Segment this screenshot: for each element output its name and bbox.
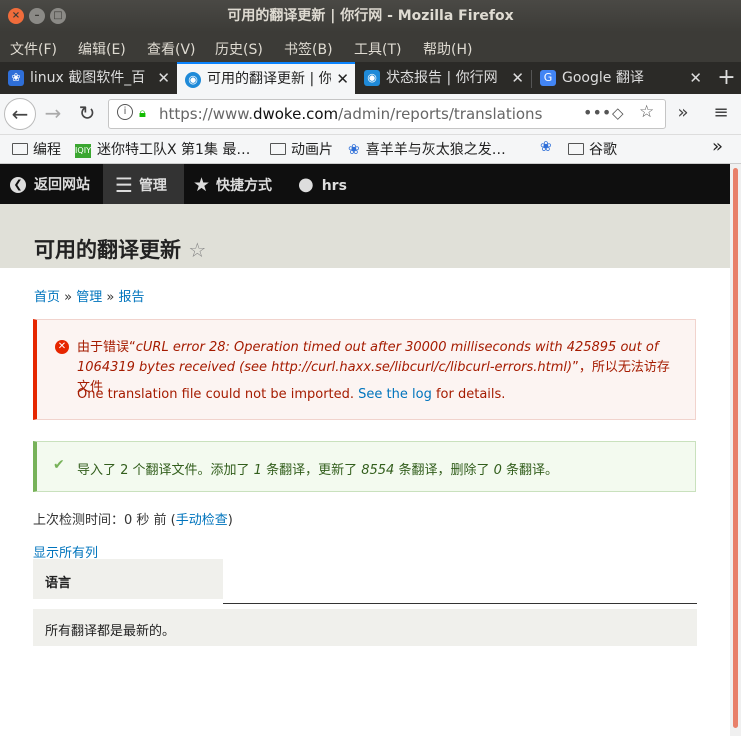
menu-history[interactable]: 历史(S) xyxy=(215,39,263,59)
error-import-text: One translation file could not be import… xyxy=(77,387,506,402)
url-bar[interactable]: i 🔒︎ https://www.dwoke.com/admin/reports… xyxy=(108,99,666,129)
baidu-paw-icon: ❀ xyxy=(8,70,24,86)
star-icon: ★ xyxy=(193,174,211,196)
pocket-icon[interactable]: ◇ xyxy=(612,104,624,122)
back-button[interactable]: ← xyxy=(4,98,36,130)
navigation-bar: ← → ↻ i 🔒︎ https://www.dwoke.com/admin/r… xyxy=(0,94,741,135)
scrollbar-thumb[interactable] xyxy=(733,168,738,728)
menu-file[interactable]: 文件(F) xyxy=(10,39,57,59)
folder-icon xyxy=(568,143,584,155)
tab-close-icon[interactable]: ✕ xyxy=(336,64,349,94)
bookmark-baidu[interactable]: ❀ xyxy=(540,139,558,155)
reload-button[interactable]: ↻ xyxy=(72,98,102,128)
status-message: ✔ 导入了 2 个翻译文件。添加了 1 条翻译，更新了 8554 条翻译，删除了… xyxy=(33,441,696,492)
bookmark-folder-google[interactable]: 谷歌 xyxy=(568,139,617,159)
menu-tools[interactable]: 工具(T) xyxy=(354,39,401,59)
bookmark-mini-agents[interactable]: IQIY 迷你特工队X 第1集 最… xyxy=(75,139,250,159)
menu-bars-icon: ☰ xyxy=(115,173,133,197)
tab-linux-screenshot[interactable]: ❀ linux 截图软件_百 ✕ xyxy=(0,62,176,94)
user-icon: ● xyxy=(298,174,314,195)
site-icon: IQIY xyxy=(75,144,91,158)
table-empty-row: 所有翻译都是最新的。 xyxy=(33,609,697,646)
baidu-paw-icon: ❀ xyxy=(348,142,360,158)
tab-close-icon[interactable]: ✕ xyxy=(157,62,170,94)
url-text[interactable]: https://www.dwoke.com/admin/reports/tran… xyxy=(159,105,542,123)
breadcrumb-home[interactable]: 首页 xyxy=(34,290,60,305)
bookmark-folder-cartoons[interactable]: 动画片 xyxy=(270,139,333,159)
new-tab-button[interactable]: + xyxy=(712,62,741,94)
last-check-info: 上次检测时间：0 秒 前 (手动检查) xyxy=(33,513,233,528)
info-icon[interactable]: i xyxy=(117,104,133,120)
error-message: ✕ 由于错误“cURL error 28: Operation timed ou… xyxy=(33,319,696,420)
page-scrollbar[interactable] xyxy=(730,164,741,736)
hamburger-menu-icon[interactable]: ≡ xyxy=(706,98,736,128)
tab-close-icon[interactable]: ✕ xyxy=(689,62,702,94)
tab-bar: ❀ linux 截图软件_百 ✕ ◉ 可用的翻译更新 | 你 ✕ ◉ 状态报告 … xyxy=(0,62,741,94)
error-icon: ✕ xyxy=(55,340,69,354)
overflow-chevron-icon[interactable]: » xyxy=(668,98,698,128)
breadcrumb: 首页 » 管理 » 报告 xyxy=(34,290,145,305)
status-text: 导入了 2 个翻译文件。添加了 1 条翻译，更新了 8554 条翻译，删除了 0… xyxy=(77,463,558,478)
menu-bar: 文件(F) 编辑(E) 查看(V) 历史(S) 书签(B) 工具(T) 帮助(H… xyxy=(0,32,741,62)
baidu-paw-icon: ❀ xyxy=(540,139,552,155)
drupal-icon: ◉ xyxy=(185,72,201,88)
breadcrumb-reports[interactable]: 报告 xyxy=(118,290,144,305)
bookmark-star-icon[interactable]: ☆ xyxy=(639,102,654,122)
manual-check-link[interactable]: 手动检查 xyxy=(176,513,228,528)
user-tab[interactable]: ● hrs xyxy=(298,164,347,204)
back-to-site-link[interactable]: ❮ 返回网站 xyxy=(10,164,90,204)
menu-help[interactable]: 帮助(H) xyxy=(423,39,472,59)
breadcrumb-admin[interactable]: 管理 xyxy=(76,290,102,305)
folder-icon xyxy=(12,143,28,155)
window-title: 可用的翻译更新 | 你行网 - Mozilla Firefox xyxy=(227,8,514,24)
manage-tab[interactable]: ☰ 管理 xyxy=(103,164,184,204)
tab-google-translate[interactable]: G Google 翻译 ✕ xyxy=(532,62,708,94)
page-title: 可用的翻译更新 ☆ xyxy=(34,238,207,262)
menu-edit[interactable]: 编辑(E) xyxy=(78,39,126,59)
tab-translations[interactable]: ◉ 可用的翻译更新 | 你 ✕ xyxy=(177,62,355,94)
bookmark-folder-programming[interactable]: 编程 xyxy=(12,139,61,159)
shortcuts-tab[interactable]: ★ 快捷方式 xyxy=(193,164,272,204)
tab-status-report[interactable]: ◉ 状态报告 | 你行网 ✕ xyxy=(356,62,530,94)
table-header-divider xyxy=(223,603,697,604)
back-arrow-icon: ❮ xyxy=(10,177,26,193)
page-actions-icon[interactable]: ••• xyxy=(583,103,611,122)
admin-toolbar: ❮ 返回网站 ☰ 管理 ★ 快捷方式 ● hrs xyxy=(0,164,730,204)
lock-icon: 🔒︎ xyxy=(139,106,146,121)
drupal-icon: ◉ xyxy=(364,70,380,86)
table-header-language: 语言 xyxy=(33,559,223,599)
menu-bookmarks[interactable]: 书签(B) xyxy=(284,39,333,59)
page-header: 可用的翻译更新 ☆ xyxy=(0,204,730,268)
folder-icon xyxy=(270,143,286,155)
bookmarks-toolbar: 编程 IQIY 迷你特工队X 第1集 最… 动画片 ❀ 喜羊羊与灰太狼之发… ❀ 谷… xyxy=(0,135,741,164)
shortcut-star-icon[interactable]: ☆ xyxy=(188,238,206,262)
checkmark-icon: ✔ xyxy=(53,457,65,473)
forward-button[interactable]: → xyxy=(38,98,68,128)
window-titlebar: × – □ 可用的翻译更新 | 你行网 - Mozilla Firefox xyxy=(0,0,741,32)
google-translate-icon: G xyxy=(540,70,556,86)
see-log-link[interactable]: See the log xyxy=(358,387,432,402)
menu-view[interactable]: 查看(V) xyxy=(147,39,196,59)
tab-close-icon[interactable]: ✕ xyxy=(511,62,524,94)
bookmarks-overflow-icon[interactable]: » xyxy=(712,136,723,157)
bookmark-pleasant-goat[interactable]: ❀ 喜羊羊与灰太狼之发… xyxy=(348,139,506,159)
